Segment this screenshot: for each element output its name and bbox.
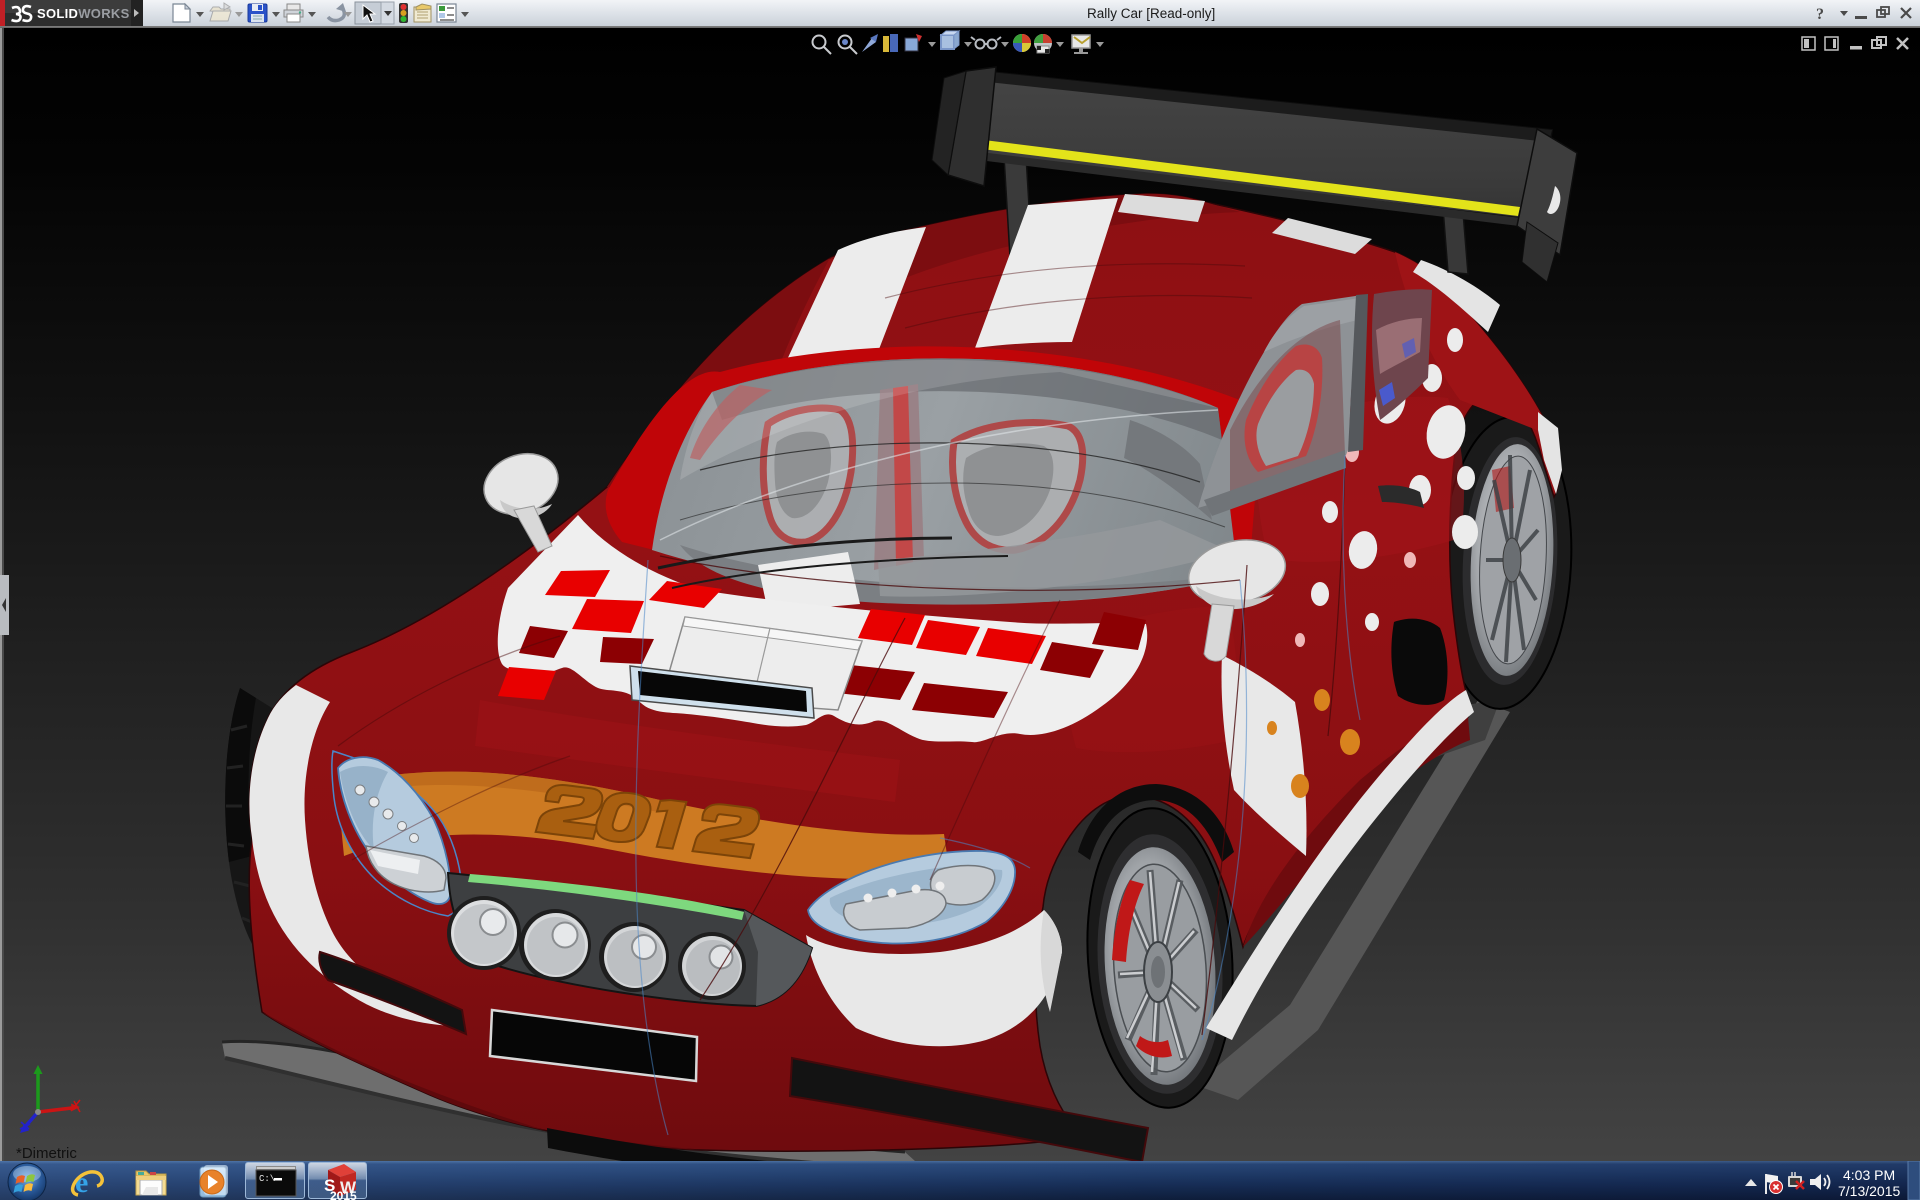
svg-text:?: ? bbox=[1816, 6, 1824, 23]
svg-text:C:\: C:\ bbox=[259, 1174, 275, 1184]
svg-text:SOLIDWORKS: SOLIDWORKS bbox=[37, 6, 130, 21]
svg-text:2015: 2015 bbox=[330, 1189, 357, 1200]
svg-text:4:03 PM: 4:03 PM bbox=[1843, 1167, 1895, 1183]
svg-text:7/13/2015: 7/13/2015 bbox=[1838, 1183, 1900, 1199]
svg-text:*Dimetric: *Dimetric bbox=[16, 1145, 77, 1161]
svg-text:Rally Car [Read-only]: Rally Car [Read-only] bbox=[1087, 6, 1215, 21]
